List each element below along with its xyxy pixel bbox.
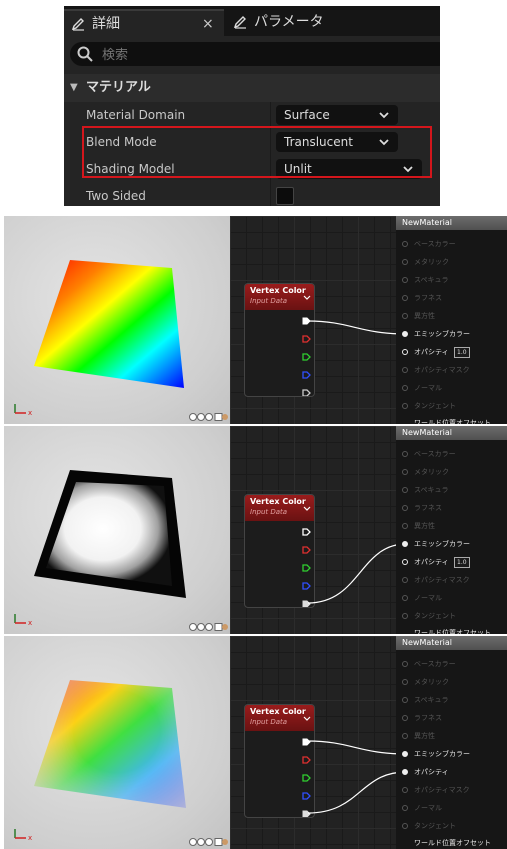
- viewport-toolbar-icons[interactable]: [188, 622, 228, 632]
- node-title: NewMaterial: [402, 638, 452, 647]
- tab-details-label: 詳細: [92, 16, 120, 32]
- svg-text:x: x: [28, 409, 32, 416]
- output-pins[interactable]: [302, 316, 312, 396]
- node-subtitle: Input Data: [250, 718, 288, 726]
- output-pins[interactable]: [302, 737, 312, 817]
- output-pins[interactable]: [302, 527, 312, 607]
- material-graph-1[interactable]: Vertex Color Input Data NewMaterial ベースカ…: [230, 216, 507, 424]
- divider: [270, 102, 271, 129]
- search-box[interactable]: [70, 42, 440, 66]
- property-row-two-sided: Two Sided: [64, 183, 440, 206]
- opacity-value[interactable]: 1.0: [454, 347, 470, 358]
- tab-parameters-label: パラメータ: [254, 14, 324, 30]
- section-material-label: マテリアル: [86, 80, 151, 95]
- axis-gizmo-icon: x: [14, 829, 32, 841]
- tab-bar: 詳細 × パラメータ: [64, 6, 440, 38]
- mesh-rainbow-quad: [34, 260, 184, 388]
- dropdown-value: Surface: [284, 108, 330, 122]
- opacity-value[interactable]: 1.0: [454, 557, 470, 568]
- two-sided-checkbox[interactable]: [276, 187, 294, 205]
- node-title: NewMaterial: [402, 428, 452, 437]
- material-graph-3[interactable]: Vertex Color Input Data NewMaterial ベースカ…: [230, 636, 507, 849]
- viewport-toolbar-icons[interactable]: [188, 837, 228, 847]
- mesh-rainbow-cube: [34, 680, 186, 808]
- node-header: NewMaterial: [396, 426, 507, 440]
- material-result-node[interactable]: NewMaterial ベースカラー メタリック スペキュラ ラフネス 異方性 …: [396, 636, 507, 849]
- vertex-color-node[interactable]: Vertex Color Input Data: [244, 704, 315, 818]
- viewport-3[interactable]: x: [4, 636, 230, 849]
- node-title: Vertex Color: [250, 497, 306, 506]
- search-row: [64, 36, 440, 74]
- tab-details[interactable]: 詳細 ×: [64, 9, 224, 38]
- node-subtitle: Input Data: [250, 297, 288, 305]
- tab-parameters[interactable]: パラメータ: [226, 9, 426, 36]
- chevron-down-icon[interactable]: [303, 287, 311, 306]
- section-material[interactable]: ▼ マテリアル: [64, 74, 440, 102]
- node-header: Vertex Color Input Data: [245, 495, 314, 521]
- preview-panel-2: x Vertex Color Input Data NewMaterial ベー…: [4, 426, 507, 634]
- node-header: NewMaterial: [396, 636, 507, 650]
- search-icon: [76, 45, 94, 67]
- mesh-white-cube: [34, 470, 186, 598]
- viewport-1[interactable]: x: [4, 216, 230, 424]
- svg-text:x: x: [28, 834, 32, 841]
- material-result-node[interactable]: NewMaterial ベースカラー メタリック スペキュラ ラフネス 異方性 …: [396, 426, 507, 634]
- chevron-down-icon[interactable]: [303, 498, 311, 517]
- material-graph-2[interactable]: Vertex Color Input Data NewMaterial ベースカ…: [230, 426, 507, 634]
- preview-panel-3: x Vertex Color Input Data NewMaterial ベー: [4, 636, 507, 849]
- material-result-node[interactable]: NewMaterial ベースカラー メタリック スペキュラ ラフネス 異方性 …: [396, 216, 507, 424]
- viewport-toolbar-icons[interactable]: [188, 412, 228, 422]
- close-icon[interactable]: ×: [202, 11, 214, 38]
- vertex-color-node[interactable]: Vertex Color Input Data: [244, 494, 315, 608]
- chevron-down-icon[interactable]: [303, 708, 311, 727]
- node-title: Vertex Color: [250, 286, 306, 295]
- axis-gizmo-icon: x: [14, 614, 32, 626]
- property-label: Material Domain: [86, 108, 186, 122]
- search-input[interactable]: [100, 44, 304, 66]
- property-label: Two Sided: [86, 189, 146, 203]
- viewport-2[interactable]: x: [4, 426, 230, 634]
- highlight-box: [82, 126, 432, 178]
- node-subtitle: Input Data: [250, 508, 288, 516]
- svg-text:x: x: [28, 619, 32, 626]
- node-header: Vertex Color Input Data: [245, 284, 314, 310]
- node-title: NewMaterial: [402, 218, 452, 227]
- details-panel: 詳細 × パラメータ ▼ マテリアル Material Domain Surfa…: [64, 6, 440, 206]
- material-domain-dropdown[interactable]: Surface: [276, 105, 398, 125]
- vertex-color-node[interactable]: Vertex Color Input Data: [244, 283, 315, 397]
- node-title: Vertex Color: [250, 707, 306, 716]
- node-header: NewMaterial: [396, 216, 507, 230]
- collapse-arrow-icon[interactable]: ▼: [70, 74, 78, 102]
- preview-panel-1: x Vertex Color Input Data NewMaterial ベー…: [4, 216, 507, 424]
- divider: [270, 183, 271, 206]
- axis-gizmo-icon: x: [14, 404, 32, 416]
- node-header: Vertex Color Input Data: [245, 705, 314, 731]
